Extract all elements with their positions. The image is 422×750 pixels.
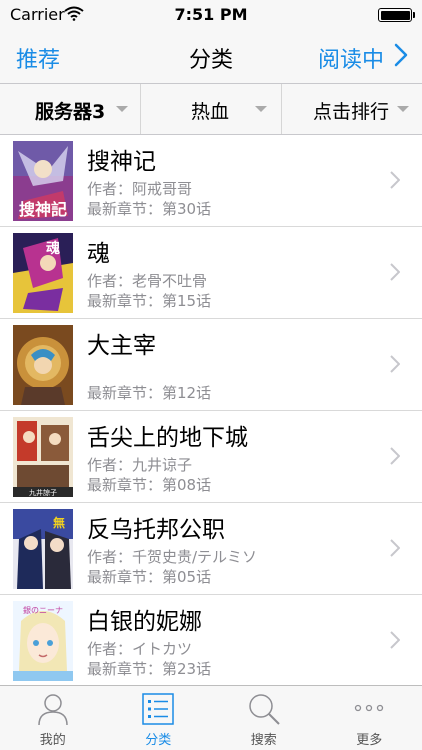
tab-search[interactable]: 搜索 bbox=[211, 686, 317, 750]
cover-image: 銀のニーナ bbox=[13, 601, 73, 681]
comic-title: 大主宰 bbox=[87, 333, 156, 359]
tab-bar: 我的 分类 搜索 更多 bbox=[0, 685, 422, 750]
list-item[interactable]: 搜神記 搜神记 作者：阿戒哥哥 最新章节：第30话 bbox=[0, 135, 422, 227]
comic-latest-chapter: 最新章节：第23话 bbox=[87, 660, 212, 678]
clock: 7:51 PM bbox=[174, 5, 248, 24]
chevron-right-icon bbox=[390, 263, 401, 285]
cover-image: 搜神記 bbox=[13, 141, 73, 221]
chevron-right-icon bbox=[390, 539, 401, 561]
svg-text:九井諒子: 九井諒子 bbox=[29, 488, 57, 497]
comic-title: 魂 bbox=[87, 241, 110, 267]
caret-down-icon bbox=[397, 106, 409, 112]
list-item[interactable]: 魂 魂 作者：老骨不吐骨 最新章节：第15话 bbox=[0, 227, 422, 319]
comic-author: 作者：九井谅子 bbox=[87, 456, 193, 474]
sort-filter-dropdown[interactable]: 点击排行 bbox=[282, 84, 422, 134]
reading-button[interactable]: 阅读中 bbox=[318, 42, 408, 74]
chevron-right-icon bbox=[390, 447, 401, 469]
chevron-right-icon bbox=[390, 171, 401, 193]
more-icon bbox=[352, 692, 386, 730]
comic-latest-chapter: 最新章节：第12话 bbox=[87, 384, 212, 402]
genre-filter-label: 热血 bbox=[191, 101, 230, 123]
tab-mine[interactable]: 我的 bbox=[0, 686, 106, 750]
list-item[interactable]: 無 反乌托邦公职 作者：千贺史贵/テルミソ 最新章节：第05话 bbox=[0, 503, 422, 595]
tab-more-label: 更多 bbox=[356, 733, 383, 748]
svg-text:魂: 魂 bbox=[46, 240, 60, 257]
list-item[interactable]: 大主宰 最新章节：第12话 bbox=[0, 319, 422, 411]
comic-latest-chapter: 最新章节：第30话 bbox=[87, 200, 212, 218]
tab-more[interactable]: 更多 bbox=[317, 686, 422, 750]
recommend-button[interactable]: 推荐 bbox=[16, 42, 60, 74]
tab-search-label: 搜索 bbox=[250, 733, 277, 748]
navigation-bar: 推荐 分类 阅读中 bbox=[0, 30, 422, 84]
chevron-right-icon bbox=[394, 43, 408, 73]
comic-author: 作者：千贺史贵/テルミソ bbox=[87, 548, 258, 566]
svg-text:無: 無 bbox=[53, 515, 65, 530]
cover-image: 無 bbox=[13, 509, 73, 589]
svg-text:銀のニーナ: 銀のニーナ bbox=[23, 605, 63, 615]
comic-title: 舌尖上的地下城 bbox=[87, 425, 248, 451]
comic-author: 作者：イトカツ bbox=[87, 640, 193, 658]
reading-button-label: 阅读中 bbox=[317, 48, 384, 73]
cover-image: 九井諒子 bbox=[13, 417, 73, 497]
chevron-right-icon bbox=[390, 631, 401, 653]
comic-latest-chapter: 最新章节：第05话 bbox=[87, 568, 212, 586]
comic-author: 作者：阿戒哥哥 bbox=[87, 180, 193, 198]
search-icon bbox=[247, 692, 281, 730]
caret-down-icon bbox=[116, 106, 128, 112]
comic-latest-chapter: 最新章节：第08话 bbox=[87, 476, 212, 494]
comic-author: 作者：老骨不吐骨 bbox=[87, 272, 208, 290]
status-bar: Carrier 7:51 PM bbox=[0, 0, 422, 30]
list-item[interactable]: 銀のニーナ 白银的妮娜 作者：イトカツ 最新章节：第23话 bbox=[0, 595, 422, 685]
comic-title: 搜神记 bbox=[87, 149, 156, 175]
cover-image bbox=[13, 325, 73, 405]
tab-category-label: 分类 bbox=[145, 733, 172, 748]
battery-icon bbox=[378, 8, 415, 22]
chevron-right-icon bbox=[390, 355, 401, 377]
comic-title: 白银的妮娜 bbox=[87, 609, 202, 635]
list-icon bbox=[141, 692, 175, 730]
cover-image: 魂 bbox=[13, 233, 73, 313]
person-icon bbox=[36, 692, 70, 730]
genre-filter-dropdown[interactable]: 热血 bbox=[141, 84, 282, 134]
comic-list: 搜神記 搜神记 作者：阿戒哥哥 最新章节：第30话 魂 魂 作者：老骨不吐骨 最… bbox=[0, 135, 422, 685]
comic-title: 反乌托邦公职 bbox=[87, 517, 225, 543]
app-screen: Carrier 7:51 PM 推荐 分类 阅读中 服务器3 热血 点击排行 搜… bbox=[0, 0, 422, 750]
tab-category[interactable]: 分类 bbox=[106, 686, 212, 750]
tab-mine-label: 我的 bbox=[39, 733, 66, 748]
list-item[interactable]: 九井諒子 舌尖上的地下城 作者：九井谅子 最新章节：第08话 bbox=[0, 411, 422, 503]
svg-text:搜神記: 搜神記 bbox=[19, 200, 67, 219]
server-filter-dropdown[interactable]: 服务器3 bbox=[0, 84, 141, 134]
filter-bar: 服务器3 热血 点击排行 bbox=[0, 84, 422, 135]
caret-down-icon bbox=[255, 106, 267, 112]
comic-latest-chapter: 最新章节：第15话 bbox=[87, 292, 212, 310]
